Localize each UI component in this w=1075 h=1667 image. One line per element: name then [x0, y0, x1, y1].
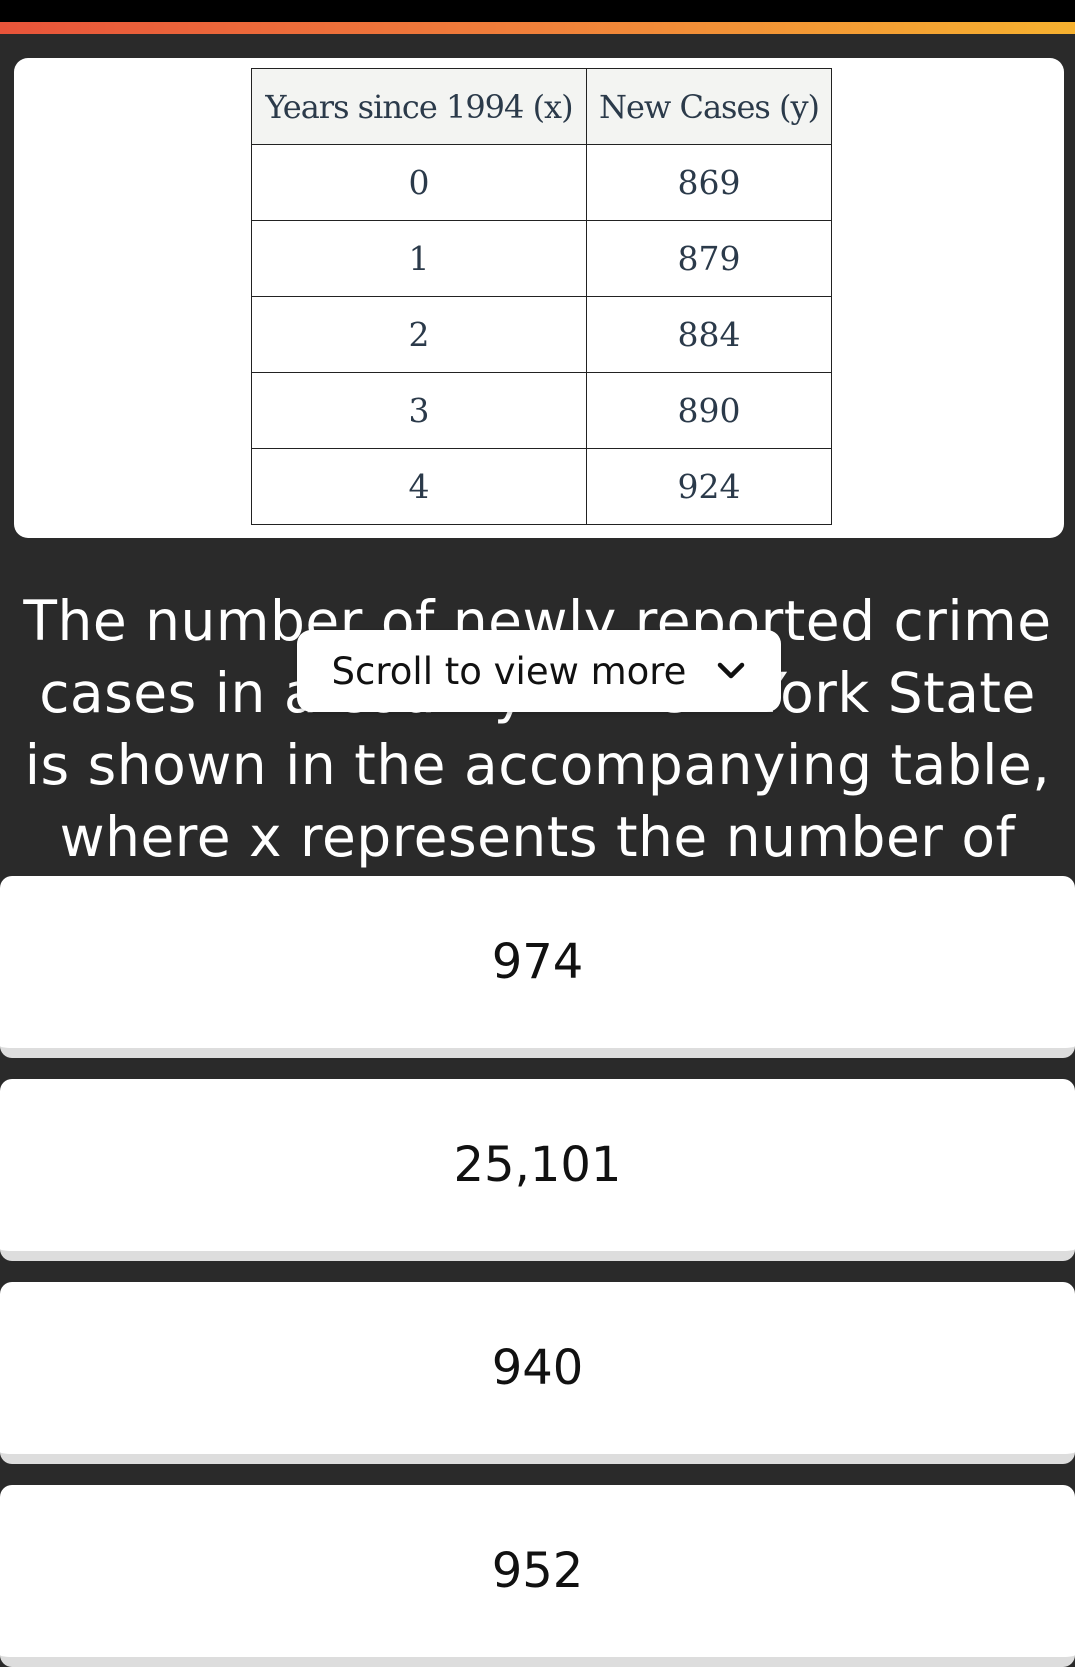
answer-option[interactable]: 974: [0, 876, 1075, 1058]
cell-x: 2: [251, 296, 587, 373]
question-image-card: Years since 1994 (x) New Cases (y) 0 869 …: [14, 58, 1064, 538]
cell-y: 879: [586, 220, 832, 297]
answer-option[interactable]: 952: [0, 1485, 1075, 1667]
cell-x: 4: [251, 448, 587, 525]
scroll-label: Scroll to view more: [331, 649, 687, 693]
chevron-down-icon: [718, 662, 745, 679]
column-header: New Cases (y): [586, 68, 832, 145]
answer-label: 952: [491, 1543, 584, 1599]
cell-y: 924: [586, 448, 832, 525]
answer-option[interactable]: 25,101: [0, 1079, 1075, 1261]
answer-option[interactable]: 940: [0, 1282, 1075, 1464]
answer-label: 940: [491, 1340, 584, 1396]
data-table: Years since 1994 (x) New Cases (y) 0 869 …: [251, 68, 832, 525]
table-row: 0 869: [251, 144, 832, 221]
question-text: The number of newly reported crime cases…: [23, 589, 1052, 869]
table-header-row: Years since 1994 (x) New Cases (y): [251, 68, 832, 145]
cell-y: 869: [586, 144, 832, 221]
status-bar: [0, 0, 1075, 22]
cell-y: 884: [586, 296, 832, 373]
column-header: Years since 1994 (x): [251, 68, 587, 145]
answer-label: 25,101: [453, 1137, 622, 1193]
cell-x: 0: [251, 144, 587, 221]
scroll-to-view-more-button[interactable]: Scroll to view more: [297, 630, 781, 712]
cell-y: 890: [586, 372, 832, 449]
cell-x: 3: [251, 372, 587, 449]
question-text-area[interactable]: The number of newly reported crime cases…: [0, 585, 1075, 876]
table-row: 2 884: [251, 296, 832, 373]
progress-accent-bar: [0, 22, 1075, 34]
cell-x: 1: [251, 220, 587, 297]
table-row: 4 924: [251, 448, 832, 525]
table-row: 3 890: [251, 372, 832, 449]
answer-label: 974: [491, 934, 584, 990]
table-row: 1 879: [251, 220, 832, 297]
